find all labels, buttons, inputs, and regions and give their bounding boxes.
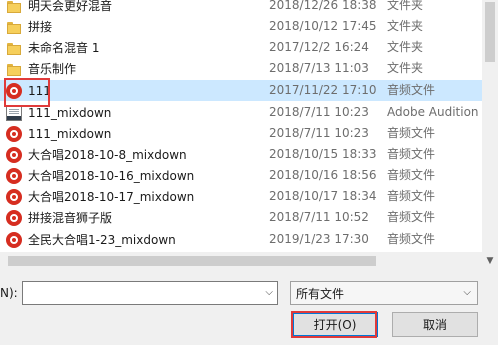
file-type: 音频文件 <box>387 189 436 203</box>
filename-combobox[interactable]: ⌵ <box>22 281 278 305</box>
file-date: 2019/1/23 17:30 <box>269 232 369 246</box>
file-row[interactable]: 大合唱2018-10-17_mixdown 2018/10/17 18:34 音… <box>0 186 482 207</box>
file-type: 文件夹 <box>387 19 424 33</box>
file-name: 明天会更好混音 <box>28 0 113 13</box>
file-name: 全民大合唱1-23_mixdown <box>28 233 176 247</box>
file-row[interactable]: 未命名混音 1 2017/12/2 16:24 文件夹 <box>0 37 482 58</box>
chevron-down-icon[interactable]: ⌵ <box>265 287 273 298</box>
horizontal-scrollbar[interactable] <box>0 252 482 270</box>
audio-file-icon <box>6 82 22 99</box>
audio-file-icon <box>6 209 22 226</box>
file-type-select[interactable]: 所有文件 ⌵ <box>290 281 478 305</box>
file-row[interactable]: 111_mixdown 2018/7/11 10:23 Adobe Auditi… <box>0 102 482 123</box>
open-button[interactable]: 打开(O) <box>292 312 378 337</box>
file-date: 2018/12/26 18:38 <box>269 0 377 12</box>
file-row[interactable]: 拼接 2018/10/12 17:45 文件夹 <box>0 16 482 37</box>
file-date: 2018/10/12 17:45 <box>269 19 377 33</box>
horizontal-scrollbar-thumb[interactable] <box>8 256 376 266</box>
file-date: 2018/7/13 11:03 <box>269 61 369 75</box>
file-row[interactable]: 大合唱2018-10-8_mixdown 2018/10/15 18:33 音频… <box>0 144 482 165</box>
file-type: 文件夹 <box>387 61 424 75</box>
audition-file-icon <box>6 104 22 121</box>
file-row[interactable]: 明天会更好混音 2018/12/26 18:38 文件夹 <box>0 0 482 16</box>
folder-icon <box>6 0 22 14</box>
audio-file-icon <box>6 231 22 248</box>
audio-file-icon <box>6 125 22 142</box>
file-name: 111_mixdown <box>28 105 112 120</box>
file-row-selected[interactable]: 111 2017/11/22 17:10 音频文件 <box>0 80 482 101</box>
file-type: 文件夹 <box>387 0 424 12</box>
audio-file-icon <box>6 188 22 205</box>
file-date: 2018/10/16 18:56 <box>269 168 377 182</box>
file-row[interactable]: 全民大合唱1-23_mixdown 2019/1/23 17:30 音频文件 <box>0 229 482 250</box>
folder-icon <box>6 19 22 35</box>
folder-icon <box>6 40 22 56</box>
file-type: 音频文件 <box>387 232 436 246</box>
file-type-value: 所有文件 <box>296 286 345 301</box>
vertical-scrollbar[interactable]: ▼ <box>482 0 498 270</box>
file-name: 音乐制作 <box>28 62 77 76</box>
file-date: 2018/10/15 18:33 <box>269 147 377 161</box>
file-name: 111 <box>28 83 51 98</box>
filename-label: N): <box>0 286 18 300</box>
file-row[interactable]: 拼接混音狮子版 2018/7/11 10:52 音频文件 <box>0 207 482 228</box>
file-type: 文件夹 <box>387 40 424 54</box>
file-name: 大合唱2018-10-8_mixdown <box>28 148 187 162</box>
folder-icon <box>6 61 22 77</box>
file-type: Adobe Audition <box>387 105 479 119</box>
file-name: 大合唱2018-10-17_mixdown <box>28 190 195 204</box>
file-name: 未命名混音 1 <box>28 41 100 55</box>
chevron-down-icon: ⌵ <box>463 287 471 298</box>
file-type: 音频文件 <box>387 83 436 97</box>
cancel-button[interactable]: 取消 <box>392 312 478 337</box>
file-date: 2017/11/22 17:10 <box>269 83 377 97</box>
file-type: 音频文件 <box>387 147 436 161</box>
scroll-down-arrow-icon[interactable]: ▼ <box>482 252 498 270</box>
file-date: 2018/7/11 10:52 <box>269 210 369 224</box>
file-row[interactable]: 111_mixdown 2018/7/11 10:23 音频文件 <box>0 123 482 144</box>
audio-file-icon <box>6 167 22 184</box>
file-name: 111_mixdown <box>28 126 112 141</box>
file-row[interactable]: 音乐制作 2018/7/13 11:03 文件夹 <box>0 58 482 79</box>
audio-file-icon <box>6 146 22 163</box>
file-date: 2018/7/11 10:23 <box>269 105 369 119</box>
file-date: 2017/12/2 16:24 <box>269 40 369 54</box>
file-date: 2018/10/17 18:34 <box>269 189 377 203</box>
file-type: 音频文件 <box>387 168 436 182</box>
file-name: 拼接 <box>28 20 53 34</box>
file-type: 音频文件 <box>387 126 436 140</box>
file-list[interactable]: 明天会更好混音 2018/12/26 18:38 文件夹 拼接 2018/10/… <box>0 0 482 252</box>
file-name: 大合唱2018-10-16_mixdown <box>28 169 195 183</box>
file-name: 拼接混音狮子版 <box>28 211 113 225</box>
vertical-scrollbar-thumb[interactable] <box>485 2 495 62</box>
file-date: 2018/7/11 10:23 <box>269 126 369 140</box>
file-type: 音频文件 <box>387 210 436 224</box>
file-row[interactable]: 大合唱2018-10-16_mixdown 2018/10/16 18:56 音… <box>0 165 482 186</box>
